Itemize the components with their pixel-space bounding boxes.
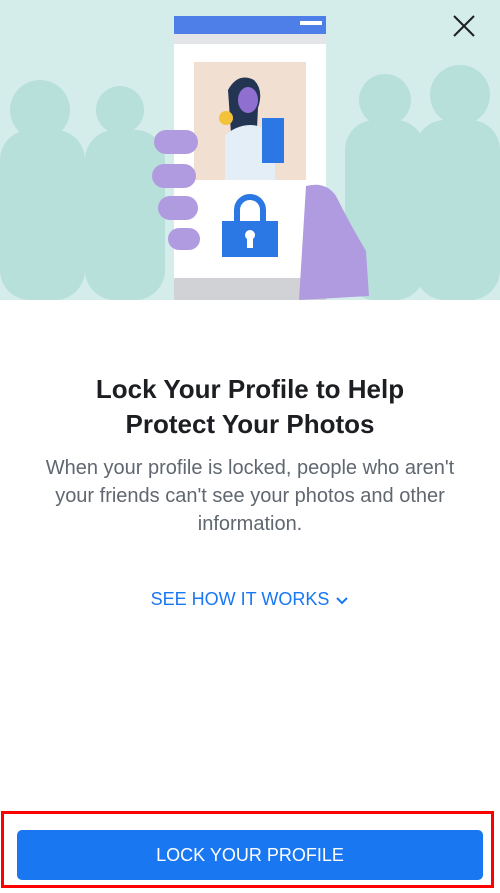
hero-illustration: [0, 0, 500, 300]
page-title: Lock Your Profile to Help Protect Your P…: [40, 372, 460, 442]
lock-profile-button[interactable]: LOCK YOUR PROFILE: [17, 830, 483, 880]
phone-status-indicator: [300, 21, 322, 25]
close-button[interactable]: [446, 8, 482, 44]
phone-lock-illustration: [0, 16, 500, 300]
close-icon: [453, 15, 475, 37]
chevron-down-icon: [335, 588, 349, 612]
title-line-1: Lock Your Profile to Help: [95, 374, 405, 404]
description-text: When your profile is locked, people who …: [45, 457, 455, 535]
title-line-2: Protect Your Photos: [125, 409, 375, 439]
see-how-it-works-link[interactable]: SEE HOW IT WORKS: [0, 587, 500, 612]
see-how-it-works-label: SEE HOW IT WORKS: [150, 589, 330, 609]
